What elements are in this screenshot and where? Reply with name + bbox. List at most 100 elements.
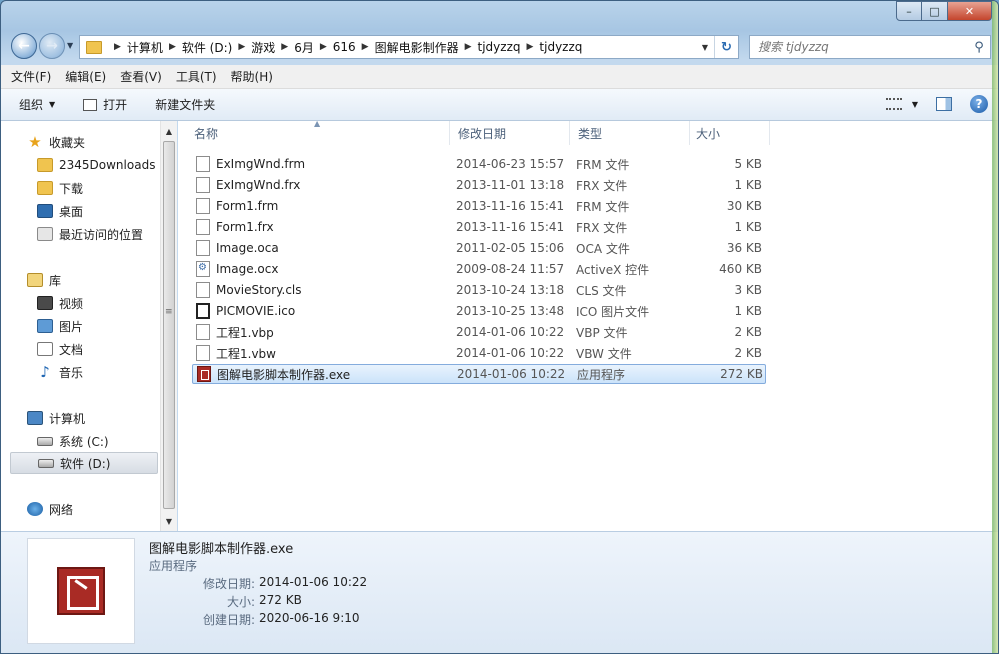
- file-row[interactable]: 工程1.vbp 2014-01-06 10:22 VBP 文件 2 KB: [192, 322, 766, 342]
- crumb-drive[interactable]: 软件 (D:): [182, 39, 232, 56]
- maximize-button[interactable]: □: [922, 1, 948, 21]
- nav-item-drive-d[interactable]: 软件 (D:): [10, 452, 158, 474]
- crumb-616[interactable]: 616: [333, 40, 356, 54]
- file-name: Image.ocx: [216, 262, 279, 276]
- menu-view[interactable]: 查看(V): [120, 68, 162, 85]
- file-name: Image.oca: [216, 241, 279, 255]
- view-controls: ▼ ?: [885, 95, 988, 113]
- file-row[interactable]: ExImgWnd.frm 2014-06-23 15:57 FRM 文件 5 K…: [192, 154, 766, 174]
- chevron-right-icon[interactable]: ▶: [238, 42, 245, 52]
- file-type: FRX 文件: [576, 178, 628, 193]
- organize-button[interactable]: 组织 ▼: [19, 96, 55, 113]
- chevron-right-icon[interactable]: ▶: [169, 42, 176, 52]
- address-bar[interactable]: ▶ 计算机 ▶ 软件 (D:) ▶ 游戏 ▶ 6月 ▶ 616 ▶ 图解电影制作…: [79, 35, 739, 59]
- search-input[interactable]: [758, 40, 968, 54]
- file-row[interactable]: Image.ocx 2009-08-24 11:57 ActiveX 控件 46…: [192, 259, 766, 279]
- file-icon: [196, 219, 210, 235]
- column-size[interactable]: 大小: [690, 121, 770, 145]
- column-header: ▲ 名称 修改日期 类型 大小: [178, 119, 993, 145]
- file-type: VBP 文件: [576, 325, 628, 340]
- file-icon: [196, 324, 210, 340]
- column-type[interactable]: 类型: [570, 121, 690, 145]
- search-box[interactable]: ⚲: [749, 35, 991, 59]
- preview-pane-icon[interactable]: [936, 97, 952, 111]
- recent-pages-dropdown[interactable]: ▼: [67, 41, 73, 50]
- file-row[interactable]: MovieStory.cls 2013-10-24 13:18 CLS 文件 3…: [192, 280, 766, 300]
- crumb-computer[interactable]: 计算机: [127, 39, 163, 56]
- file-row-selected[interactable]: 图解电影脚本制作器.exe 2014-01-06 10:22 应用程序 272 …: [192, 364, 766, 384]
- caption-buttons: – □ ✕: [896, 1, 992, 21]
- file-icon: [196, 198, 210, 214]
- minimize-button[interactable]: –: [896, 1, 922, 21]
- open-button[interactable]: 打开: [83, 96, 127, 113]
- crumb-tjdyzzq-1[interactable]: tjdyzzq: [478, 40, 521, 54]
- organize-label: 组织: [19, 98, 44, 112]
- file-type: 应用程序: [577, 367, 626, 382]
- help-icon[interactable]: ?: [970, 95, 988, 113]
- column-type-label: 类型: [578, 126, 603, 141]
- chevron-right-icon[interactable]: ▶: [527, 42, 534, 52]
- back-button[interactable]: ←: [11, 33, 37, 59]
- scroll-thumb[interactable]: [163, 141, 175, 509]
- view-details-icon[interactable]: [885, 98, 902, 110]
- chevron-right-icon[interactable]: ▶: [362, 42, 369, 52]
- crumb-tjdyzzq-2[interactable]: tjdyzzq: [539, 40, 582, 54]
- file-size: 2 KB: [734, 346, 762, 360]
- scroll-down-icon[interactable]: ▼: [161, 513, 177, 529]
- preview-thumbnail: [27, 538, 135, 644]
- chevron-right-icon[interactable]: ▶: [320, 42, 327, 52]
- nav-scrollbar[interactable]: ▲ ≡ ▼: [160, 121, 177, 531]
- file-name: PICMOVIE.ico: [216, 304, 296, 318]
- breadcrumb: ▶ 计算机 ▶ 软件 (D:) ▶ 游戏 ▶ 6月 ▶ 616 ▶ 图解电影制作…: [108, 39, 582, 56]
- crumb-movie-maker[interactable]: 图解电影制作器: [375, 39, 459, 56]
- menu-tools[interactable]: 工具(T): [176, 68, 217, 85]
- column-name-label: 名称: [194, 126, 219, 141]
- file-row[interactable]: ExImgWnd.frx 2013-11-01 13:18 FRX 文件 1 K…: [192, 175, 766, 195]
- menu-help[interactable]: 帮助(H): [231, 68, 273, 85]
- menu-edit[interactable]: 编辑(E): [65, 68, 106, 85]
- chevron-right-icon[interactable]: ▶: [281, 42, 288, 52]
- crumb-games[interactable]: 游戏: [251, 39, 275, 56]
- file-date: 2014-01-06 10:22: [457, 367, 566, 381]
- address-dropdown-icon[interactable]: ▼: [696, 43, 714, 52]
- details-size-value: 272 KB: [259, 593, 302, 607]
- recent-places-icon: [37, 227, 53, 241]
- details-modified-label: 修改日期:: [202, 577, 255, 591]
- file-date: 2013-11-16 15:41: [456, 199, 565, 213]
- column-date[interactable]: 修改日期: [450, 121, 570, 145]
- file-date: 2011-02-05 15:06: [456, 241, 565, 255]
- chevron-right-icon[interactable]: ▶: [465, 42, 472, 52]
- column-name[interactable]: ▲ 名称: [178, 119, 450, 145]
- menu-file[interactable]: 文件(F): [11, 68, 51, 85]
- app-icon: [57, 567, 105, 615]
- refresh-button[interactable]: ↻: [714, 36, 738, 58]
- new-folder-button[interactable]: 新建文件夹: [155, 96, 215, 113]
- file-name: ExImgWnd.frm: [216, 157, 306, 171]
- chevron-right-icon[interactable]: ▶: [114, 42, 121, 52]
- file-name: ExImgWnd.frx: [216, 178, 301, 192]
- close-button[interactable]: ✕: [948, 1, 992, 21]
- nav-item-label: 文档: [59, 342, 84, 357]
- file-type: ICO 图片文件: [576, 304, 650, 319]
- file-type: VBW 文件: [576, 346, 632, 361]
- details-filetype: 应用程序: [149, 559, 198, 573]
- file-size: 2 KB: [734, 325, 762, 339]
- forward-button[interactable]: →: [39, 33, 65, 59]
- file-size: 36 KB: [726, 241, 762, 255]
- forward-arrow-icon: →: [46, 38, 58, 54]
- file-icon: [196, 156, 210, 172]
- crumb-june[interactable]: 6月: [294, 39, 314, 56]
- scroll-up-icon[interactable]: ▲: [161, 123, 177, 139]
- file-row[interactable]: Form1.frx 2013-11-16 15:41 FRX 文件 1 KB: [192, 217, 766, 237]
- file-type: FRM 文件: [576, 199, 630, 214]
- app-icon: [197, 366, 211, 382]
- nav-libraries-label: 库: [49, 273, 62, 288]
- view-dropdown-icon[interactable]: ▼: [912, 100, 918, 109]
- file-row[interactable]: Image.oca 2011-02-05 15:06 OCA 文件 36 KB: [192, 238, 766, 258]
- file-date: 2014-01-06 10:22: [456, 325, 565, 339]
- file-row[interactable]: 工程1.vbw 2014-01-06 10:22 VBW 文件 2 KB: [192, 343, 766, 363]
- file-row[interactable]: Form1.frm 2013-11-16 15:41 FRM 文件 30 KB: [192, 196, 766, 216]
- folder-icon: [86, 40, 102, 54]
- search-icon[interactable]: ⚲: [968, 40, 990, 55]
- file-row[interactable]: PICMOVIE.ico 2013-10-25 13:48 ICO 图片文件 1…: [192, 301, 766, 321]
